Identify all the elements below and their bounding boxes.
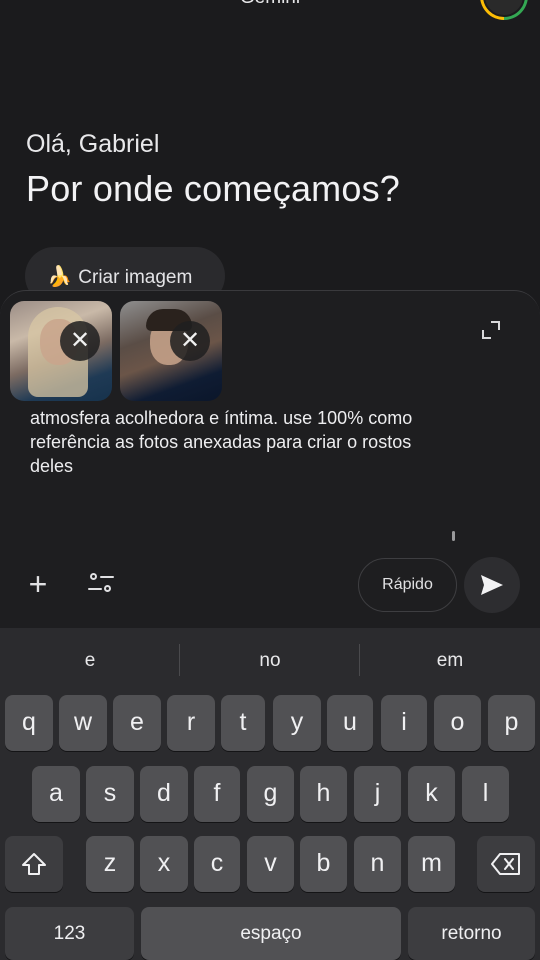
- scroll-indicator: [452, 531, 455, 541]
- backspace-key[interactable]: [477, 836, 535, 892]
- key-e[interactable]: e: [113, 695, 161, 751]
- key-j[interactable]: j: [354, 766, 401, 822]
- page-title: Por onde começamos?: [26, 168, 400, 209]
- send-button[interactable]: [464, 557, 520, 613]
- key-q[interactable]: q: [5, 695, 53, 751]
- key-a[interactable]: a: [32, 766, 80, 822]
- composer-panel: ✕ ✕ atmosfera acolhedora e íntima. use 1…: [0, 290, 540, 630]
- key-k[interactable]: k: [408, 766, 455, 822]
- keyboard: e no em q w e r t y u i o p a s d f g h …: [0, 628, 540, 960]
- send-icon: [481, 575, 503, 595]
- banana-icon: 🍌: [47, 266, 72, 288]
- key-x[interactable]: x: [140, 836, 188, 892]
- tools-icon[interactable]: [88, 573, 114, 595]
- key-d[interactable]: d: [140, 766, 188, 822]
- suggestion-item[interactable]: no: [180, 650, 360, 672]
- key-i[interactable]: i: [381, 695, 427, 751]
- greeting: Olá, Gabriel: [26, 130, 160, 158]
- key-r[interactable]: r: [167, 695, 215, 751]
- expand-icon[interactable]: [482, 321, 500, 339]
- avatar[interactable]: [480, 0, 528, 20]
- shift-icon: [22, 853, 46, 875]
- key-g[interactable]: g: [247, 766, 294, 822]
- key-h[interactable]: h: [300, 766, 347, 822]
- mode-selector-button[interactable]: Rápido: [358, 558, 457, 612]
- shift-key[interactable]: [5, 836, 63, 892]
- numbers-key[interactable]: 123: [5, 907, 134, 960]
- key-z[interactable]: z: [86, 836, 134, 892]
- key-p[interactable]: p: [488, 695, 535, 751]
- app-title: Gemini: [230, 0, 310, 8]
- key-v[interactable]: v: [247, 836, 294, 892]
- key-u[interactable]: u: [327, 695, 373, 751]
- remove-attachment-button[interactable]: ✕: [170, 321, 210, 361]
- key-c[interactable]: c: [194, 836, 240, 892]
- attached-photo[interactable]: ✕: [120, 301, 222, 401]
- remove-attachment-button[interactable]: ✕: [60, 321, 100, 361]
- suggestion-item[interactable]: em: [360, 650, 540, 672]
- key-f[interactable]: f: [194, 766, 240, 822]
- key-t[interactable]: t: [221, 695, 265, 751]
- key-n[interactable]: n: [354, 836, 401, 892]
- key-s[interactable]: s: [86, 766, 134, 822]
- return-key[interactable]: retorno: [408, 907, 535, 960]
- key-o[interactable]: o: [434, 695, 481, 751]
- key-b[interactable]: b: [300, 836, 347, 892]
- add-attachment-button[interactable]: +: [24, 568, 52, 600]
- top-bar: Gemini: [0, 0, 540, 20]
- key-y[interactable]: y: [273, 695, 321, 751]
- space-key[interactable]: espaço: [141, 907, 401, 960]
- backspace-icon: [491, 853, 520, 875]
- prompt-input[interactable]: atmosfera acolhedora e íntima. use 100% …: [30, 406, 450, 478]
- suggestion-bar: e no em: [0, 628, 540, 692]
- key-m[interactable]: m: [408, 836, 455, 892]
- menu-icon[interactable]: [26, 0, 48, 6]
- key-l[interactable]: l: [462, 766, 509, 822]
- attached-photo[interactable]: ✕: [10, 301, 112, 401]
- key-w[interactable]: w: [59, 695, 107, 751]
- chip-label: Criar imagem: [78, 267, 193, 288]
- suggestion-item[interactable]: e: [0, 650, 180, 672]
